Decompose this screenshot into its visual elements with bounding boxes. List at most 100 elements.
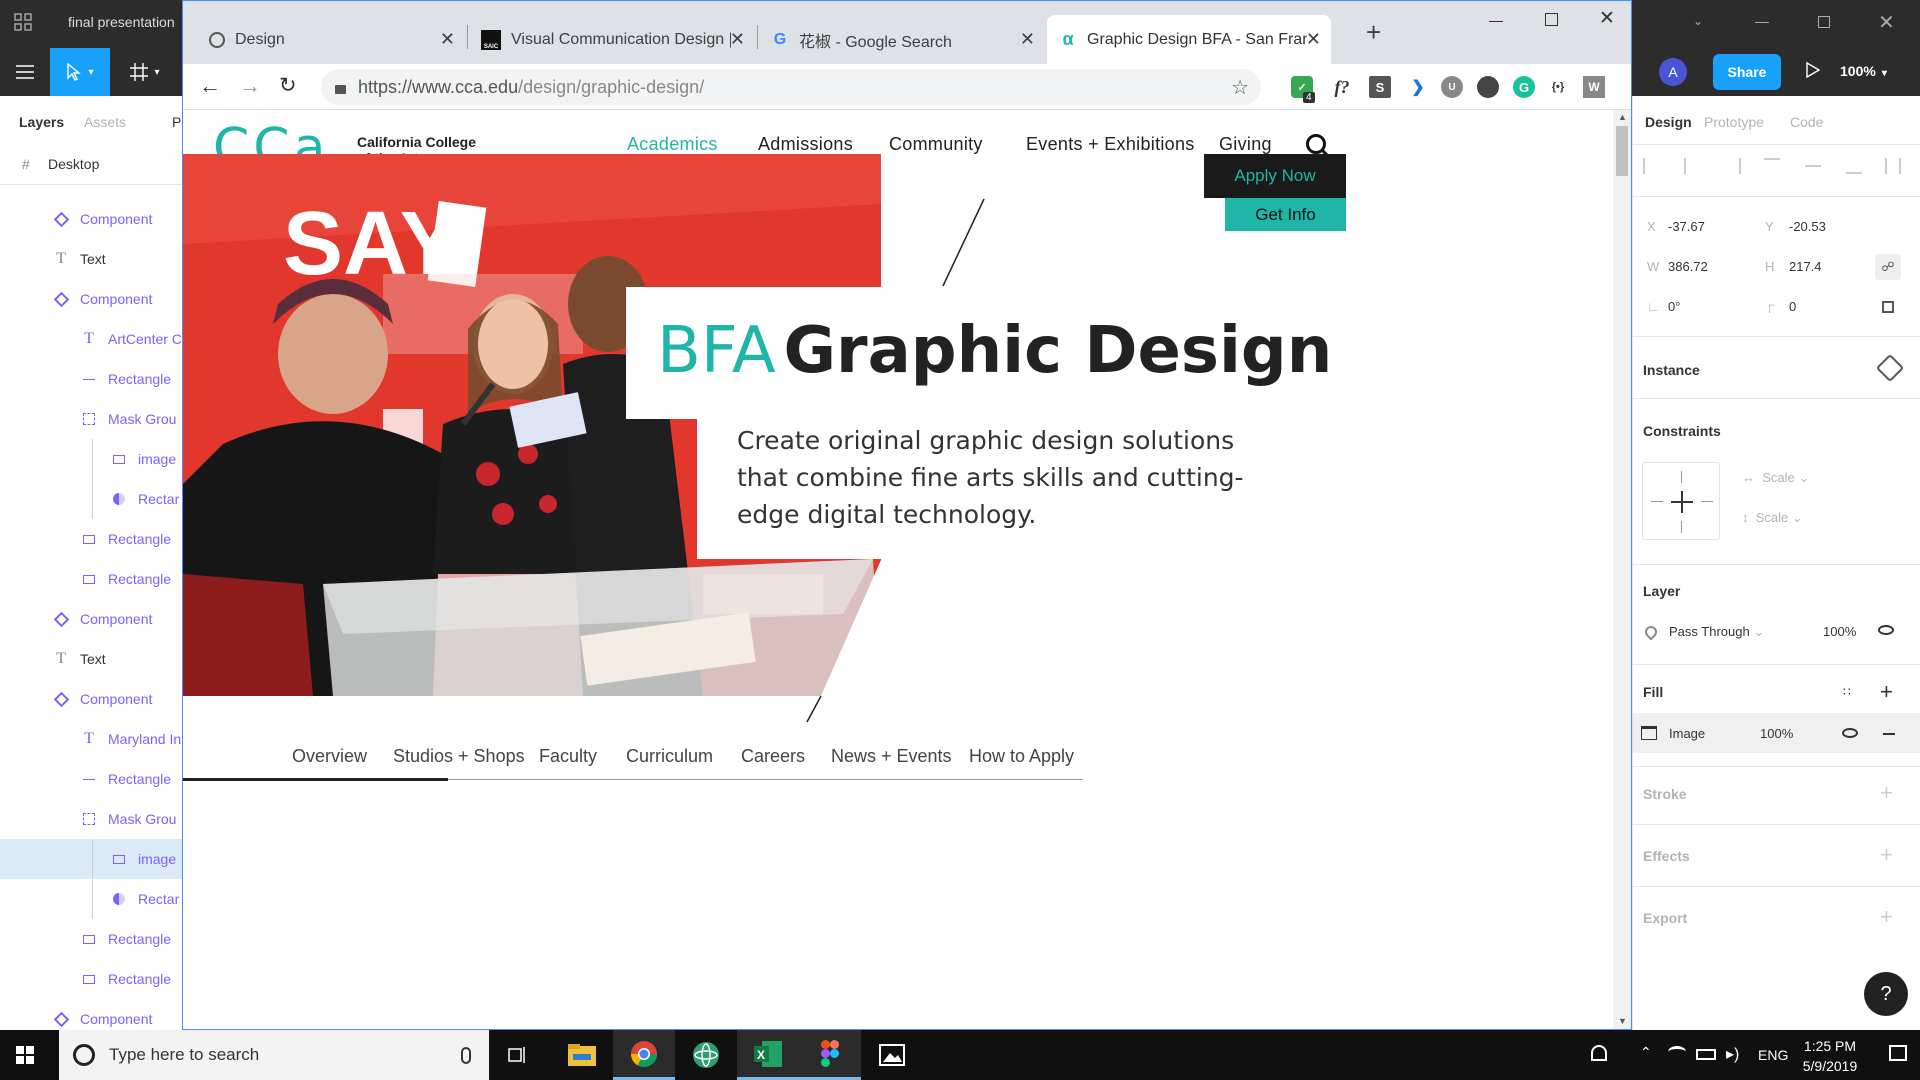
reload-icon[interactable]: ↻ <box>279 73 297 98</box>
subnav-link-careers[interactable]: Careers <box>741 746 805 767</box>
people-icon[interactable] <box>1591 1045 1607 1061</box>
clock[interactable]: 1:25 PM 5/9/2019 <box>1790 1036 1870 1076</box>
new-tab-plus-icon[interactable]: + <box>1366 17 1381 48</box>
extension-gray-icon[interactable]: U <box>1441 76 1463 98</box>
y-field[interactable]: -20.53 <box>1789 219 1826 234</box>
align-left-icon[interactable] <box>1643 158 1659 174</box>
file-explorer-icon[interactable] <box>551 1030 613 1080</box>
window-maximize-icon[interactable] <box>1545 13 1558 26</box>
forward-arrow-icon[interactable]: → <box>239 73 261 99</box>
x-field[interactable]: -37.67 <box>1668 219 1705 234</box>
add-fill-plus-icon[interactable]: + <box>1880 679 1893 705</box>
height-field[interactable]: 217.4 <box>1789 259 1822 274</box>
tab-code[interactable]: Code <box>1790 114 1823 130</box>
rotation-field[interactable]: 0° <box>1668 299 1680 314</box>
taskbar-search-box[interactable]: Type here to search <box>59 1030 489 1080</box>
url-bar[interactable]: https://www.cca.edu/design/graphic-desig… <box>321 69 1261 105</box>
tab-assets[interactable]: Assets <box>84 114 126 130</box>
figma-file-name[interactable]: final presentation <box>68 14 175 30</box>
corner-radius-field[interactable]: 0 <box>1789 299 1796 314</box>
subnav-link-how-to-apply[interactable]: How to Apply <box>969 746 1074 767</box>
hamburger-menu-icon[interactable] <box>0 48 50 96</box>
layer-row[interactable]: image <box>0 439 183 479</box>
layer-row[interactable]: Rectangle <box>0 359 183 399</box>
layer-row[interactable]: T ArtCenter C <box>0 319 183 359</box>
grammarly-icon[interactable]: G <box>1513 76 1535 98</box>
subnav-link-news-events[interactable]: News + Events <box>831 746 952 767</box>
wifi-icon[interactable] <box>1668 1046 1686 1058</box>
layer-row[interactable]: Component <box>0 279 183 319</box>
layer-row[interactable]: Mask Grou <box>0 799 183 839</box>
align-vertical-center-icon[interactable] <box>1805 165 1821 167</box>
minimize-icon[interactable] <box>1755 22 1769 23</box>
subnav-link-curriculum[interactable]: Curriculum <box>626 746 713 767</box>
align-horizontal-center-icon[interactable] <box>1684 158 1686 174</box>
move-tool-button[interactable]: ▾ <box>50 48 110 96</box>
page-scrollbar[interactable]: ▲ ▼ <box>1613 110 1631 1029</box>
layer-row[interactable]: Component <box>0 599 183 639</box>
constraints-widget[interactable] <box>1642 462 1720 540</box>
share-button[interactable]: Share <box>1713 54 1781 90</box>
blend-mode-select[interactable]: Pass Through ⌄ <box>1669 624 1764 640</box>
volume-icon[interactable]: ▸) <box>1726 1044 1739 1064</box>
layer-row[interactable]: Component <box>0 679 183 719</box>
fill-eye-icon[interactable] <box>1842 728 1858 738</box>
tab-design[interactable]: Design <box>1645 114 1692 130</box>
star-bookmark-icon[interactable]: ☆ <box>1231 75 1249 100</box>
extension-s-icon[interactable]: S <box>1369 76 1391 98</box>
horizontal-constraint-select[interactable]: ↔ Scale ⌄ <box>1742 470 1809 486</box>
width-field[interactable]: 386.72 <box>1668 259 1708 274</box>
fill-opacity-field[interactable]: 100% <box>1760 726 1793 741</box>
layer-row[interactable]: T Text <box>0 639 183 679</box>
photos-icon[interactable] <box>861 1030 923 1080</box>
layer-row[interactable]: Rectangle <box>0 759 183 799</box>
get-info-button[interactable]: Get Info <box>1225 198 1346 231</box>
constrain-proportions-icon[interactable]: ☍ <box>1875 254 1901 280</box>
browser-tab-design[interactable]: Design ✕ <box>197 15 465 64</box>
zoom-level[interactable]: 100% ▾ <box>1840 63 1887 79</box>
close-tab-icon[interactable]: ✕ <box>730 29 745 50</box>
tab-layers[interactable]: Layers <box>19 114 64 130</box>
vertical-constraint-select[interactable]: ↕ Scale ⌄ <box>1742 510 1803 526</box>
close-tab-icon[interactable]: ✕ <box>1020 29 1035 50</box>
independent-corners-icon[interactable] <box>1882 301 1894 313</box>
excel-icon[interactable]: X <box>737 1030 799 1080</box>
font-finder-icon[interactable]: f? <box>1331 76 1353 98</box>
window-close-icon[interactable]: ✕ <box>1599 7 1615 30</box>
whatfont-icon[interactable]: W <box>1583 76 1605 98</box>
layer-row[interactable]: Rectangle <box>0 919 183 959</box>
layer-row[interactable]: image <box>0 839 183 879</box>
apply-now-button[interactable]: Apply Now <box>1204 154 1346 198</box>
extension-circle-icon[interactable] <box>1477 76 1499 98</box>
close-tab-icon[interactable]: ✕ <box>1306 29 1321 50</box>
style-grid-icon[interactable]: ∷ <box>1843 685 1851 699</box>
browser-tab-google-search[interactable]: G 花椒 - Google Search ✕ <box>759 15 1045 64</box>
subnav-link-overview[interactable]: Overview <box>292 746 367 767</box>
layer-row[interactable]: Rectangle <box>0 559 183 599</box>
battery-icon[interactable] <box>1696 1049 1716 1060</box>
browser-tab-saic[interactable]: SAIC Visual Communication Design | ✕ <box>469 15 755 64</box>
json-viewer-icon[interactable]: {•} <box>1547 76 1569 98</box>
nav-link-giving[interactable]: Giving <box>1219 134 1272 155</box>
add-stroke-plus-icon[interactable]: + <box>1880 780 1893 806</box>
browser-tab-cca-active[interactable]: α Graphic Design BFA - San Franc ✕ <box>1047 15 1331 64</box>
microphone-icon[interactable] <box>461 1046 471 1064</box>
figma-taskbar-icon[interactable] <box>799 1030 861 1080</box>
scroll-thumb[interactable] <box>1616 126 1628 176</box>
layer-row[interactable]: T Maryland In <box>0 719 183 759</box>
chevron-down-icon[interactable]: ⌄ <box>1693 14 1703 28</box>
remove-fill-icon[interactable] <box>1883 733 1895 735</box>
align-bottom-icon[interactable] <box>1846 158 1862 174</box>
add-export-plus-icon[interactable]: + <box>1880 904 1893 930</box>
input-language[interactable]: ENG <box>1758 1047 1788 1063</box>
window-minimize-icon[interactable] <box>1489 21 1503 22</box>
figma-menu-grid-icon[interactable] <box>14 13 32 31</box>
restore-icon[interactable] <box>1818 16 1830 28</box>
close-tab-icon[interactable]: ✕ <box>440 29 455 50</box>
layer-row[interactable]: Mask Grou <box>0 399 183 439</box>
layer-opacity-field[interactable]: 100% <box>1823 624 1856 639</box>
present-play-icon[interactable] <box>1806 61 1821 81</box>
task-view-icon[interactable] <box>487 1030 549 1080</box>
user-avatar[interactable]: A <box>1659 58 1687 86</box>
layer-row[interactable]: T Text <box>0 239 183 279</box>
